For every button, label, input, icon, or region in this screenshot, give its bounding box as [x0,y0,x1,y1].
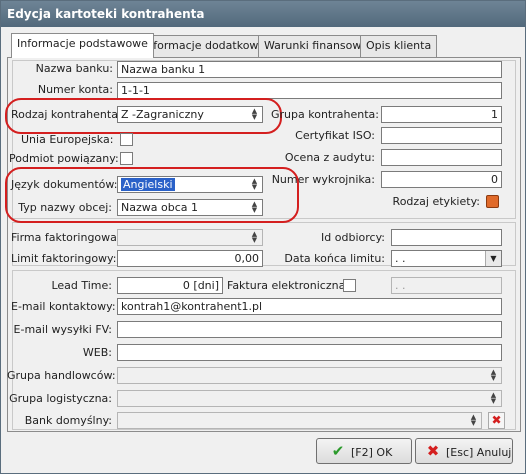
limit-end-date-picker[interactable]: . . ▼ [391,250,502,267]
highlight-oval [5,167,299,223]
die-number-field[interactable]: 0 [381,171,502,188]
iso-certificate-label: Certyfikat ISO: [295,129,375,142]
spinner-icon[interactable]: ▲ ▼ [467,414,480,427]
e-invoice-date-field[interactable]: . . [391,277,502,294]
invoice-email-label: E-mail wysyłki FV: [13,323,112,336]
contractor-group-label: Grupa kontrahenta: [271,108,379,121]
e-invoice-checkbox[interactable] [343,279,356,292]
default-bank-label: Bank domyślny: [24,414,112,427]
audit-score-label: Ocena z audytu: [284,151,375,164]
default-bank-select[interactable]: ▲ ▼ [117,412,482,429]
limit-end-date-label: Data końca limitu: [284,252,385,265]
eu-checkbox[interactable] [120,133,133,146]
related-entity-label: Podmiot powiązany: [9,152,119,165]
bank-name-label: Nazwa banku: [35,62,113,75]
factoring-limit-field[interactable]: 0,00 [117,250,263,267]
web-field[interactable] [117,344,502,361]
related-entity-checkbox[interactable] [120,152,133,165]
sales-group-select[interactable]: ▲ ▼ [117,367,502,384]
window-title: Edycja kartoteki kontrahenta [1,1,525,27]
limit-end-date-value: . . [395,252,406,265]
factoring-limit-label: Limit faktoringowy: [11,252,117,265]
factoring-company-select[interactable]: ▲ ▼ [117,229,263,246]
logistic-group-select[interactable]: ▲ ▼ [117,390,502,407]
chevron-down-icon[interactable]: ▼ [485,251,501,266]
logistic-group-label: Grupa logistyczna: [9,392,112,405]
factoring-company-label: Firma faktoringowa: [11,231,121,244]
tab-client-description[interactable]: Opis klienta [360,35,438,57]
tab-financial-terms[interactable]: Warunki finansowe [258,35,375,57]
spinner-icon[interactable]: ▲ ▼ [487,392,500,405]
e-invoice-label: Faktura elektroniczna: [227,279,350,292]
contact-email-label: E-mail kontaktowy: [11,300,116,313]
cancel-button[interactable]: ✖ [Esc] Anuluj [415,438,513,464]
label-type-color-button[interactable] [486,195,499,208]
eu-label: Unia Europejska: [21,133,114,146]
tab-basic-info[interactable]: Informacje podstawowe [11,33,154,58]
ok-button[interactable]: ✔ [F2] OK [316,438,412,464]
invoice-email-field[interactable] [117,321,502,338]
ok-button-label: [F2] OK [351,446,393,459]
tab-additional-info[interactable]: Informacje dodatkowe [137,35,272,57]
clear-icon[interactable]: ✖ [488,412,505,429]
bank-name-field[interactable]: Nazwa banku 1 [117,61,502,78]
web-label: WEB: [82,346,112,359]
recipient-id-label: Id odbiorcy: [321,231,385,244]
iso-certificate-field[interactable] [381,127,502,144]
highlight-oval [5,98,282,134]
account-number-field[interactable]: 1-1-1 [117,82,502,99]
contact-email-field[interactable]: kontrah1@kontrahent1.pl [117,298,502,315]
label-type-label: Rodzaj etykiety: [392,195,480,208]
recipient-id-field[interactable] [391,229,502,246]
account-number-label: Numer konta: [37,83,113,96]
sales-group-label: Grupa handlowców: [7,369,116,382]
audit-score-field[interactable] [381,149,502,166]
cancel-button-label: [Esc] Anuluj [446,446,512,459]
lead-time-label: Lead Time: [51,279,112,292]
dialog-window: Edycja kartoteki kontrahenta Informacje … [0,0,526,474]
spinner-icon[interactable]: ▲ ▼ [248,231,261,244]
lead-time-field[interactable]: 0 [dni] [117,277,223,294]
checkmark-icon: ✔ [331,442,345,460]
close-icon: ✖ [426,442,440,460]
spinner-icon[interactable]: ▲ ▼ [487,369,500,382]
contractor-group-field[interactable]: 1 [381,106,502,123]
